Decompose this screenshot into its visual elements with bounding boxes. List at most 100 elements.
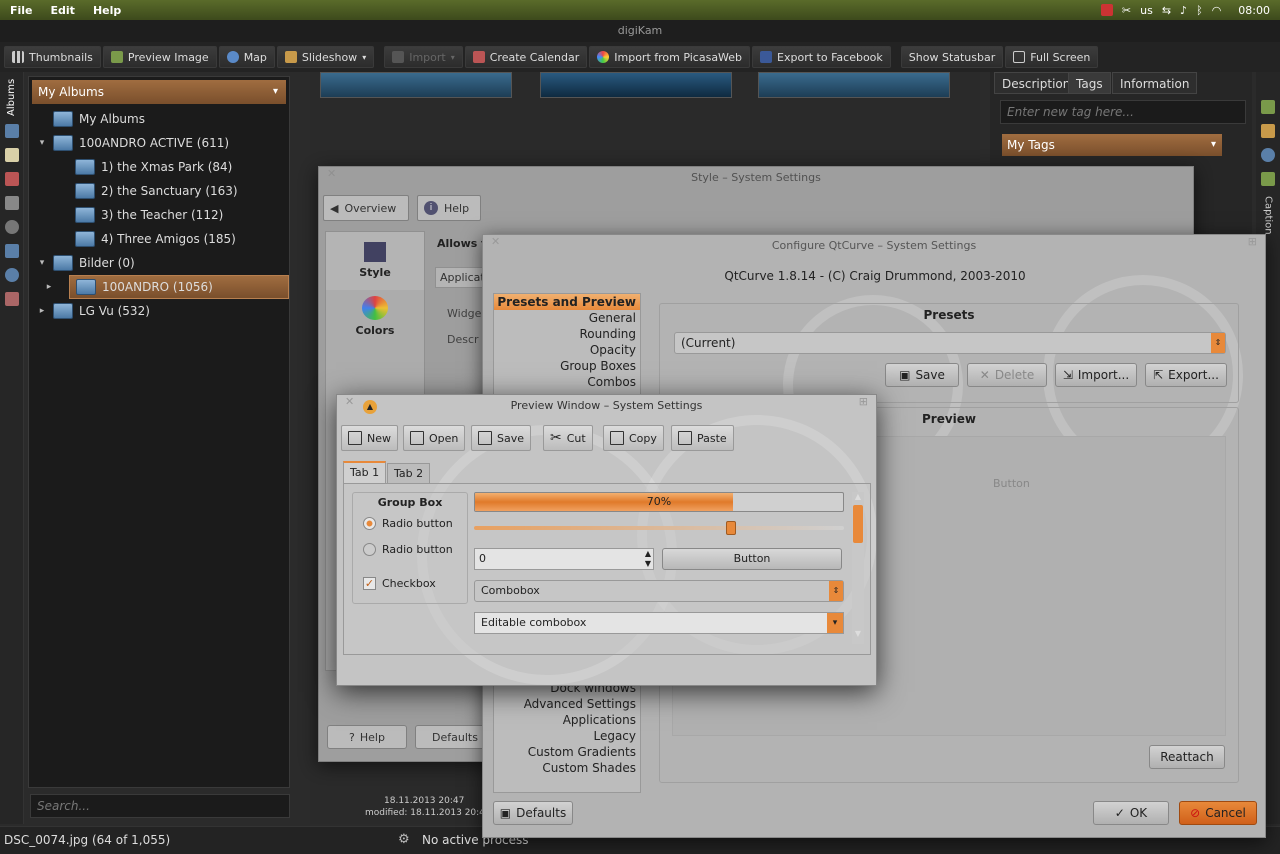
tab-1[interactable]: Tab 1 bbox=[343, 461, 387, 483]
preset-combobox[interactable]: (Current) ⇕ bbox=[674, 332, 1226, 354]
bluetooth-icon[interactable]: ᛒ bbox=[1196, 4, 1203, 17]
thumbnail-image[interactable] bbox=[540, 72, 732, 98]
scroll-up-icon[interactable]: ▲ bbox=[852, 492, 864, 501]
thumbnails-button[interactable]: Thumbnails bbox=[4, 46, 101, 68]
preview-push-button[interactable]: Button bbox=[662, 548, 842, 570]
checkbox[interactable]: ✓ Checkbox bbox=[363, 577, 436, 590]
preset-export-button[interactable]: ⇱ Export... bbox=[1145, 363, 1227, 387]
tab-description[interactable]: Description bbox=[994, 72, 1079, 94]
network-icon[interactable]: ⇆ bbox=[1162, 4, 1171, 17]
create-calendar-button[interactable]: Create Calendar bbox=[464, 46, 588, 68]
album-tree-item[interactable]: 1) the Xmas Park (84) bbox=[29, 155, 289, 179]
album-tree-item[interactable]: 4) Three Amigos (185) bbox=[29, 227, 289, 251]
ok-button[interactable]: ✓ OK bbox=[1093, 801, 1169, 825]
globe-icon[interactable] bbox=[1261, 148, 1275, 162]
menu-help[interactable]: Help bbox=[93, 4, 121, 17]
color-icon[interactable] bbox=[1261, 172, 1275, 186]
close-icon[interactable]: ✕ bbox=[491, 235, 500, 248]
albums-icon[interactable] bbox=[4, 124, 19, 138]
category-item[interactable]: Presets and Preview bbox=[494, 294, 640, 310]
category-item[interactable]: Group Boxes bbox=[494, 358, 640, 374]
help-menu-button[interactable]: i Help bbox=[417, 195, 481, 221]
tools-icon[interactable]: ✂ bbox=[1122, 4, 1131, 17]
preset-import-button[interactable]: ⇲ Import... bbox=[1055, 363, 1137, 387]
category-item[interactable]: Applications bbox=[494, 712, 640, 728]
fuzzy-search-icon[interactable] bbox=[4, 244, 19, 258]
shade-icon[interactable]: ▲ bbox=[363, 400, 377, 414]
style-category[interactable]: Style bbox=[326, 232, 424, 290]
tab-tags[interactable]: Tags bbox=[1068, 72, 1111, 94]
import-picasaweb-button[interactable]: Import from PicasaWeb bbox=[589, 46, 751, 68]
category-item[interactable]: Advanced Settings bbox=[494, 696, 640, 712]
tree-expander-icon[interactable]: ▾ bbox=[35, 258, 49, 268]
import-button[interactable]: Import ▾ bbox=[384, 46, 463, 68]
menu-edit[interactable]: Edit bbox=[51, 4, 75, 17]
new-tag-input[interactable]: Enter new tag here... bbox=[1000, 100, 1246, 124]
thumbnail-image[interactable] bbox=[758, 72, 950, 98]
tree-expander-icon[interactable]: ▸ bbox=[42, 282, 56, 292]
category-item[interactable]: Rounding bbox=[494, 326, 640, 342]
open-button[interactable]: Open bbox=[403, 425, 466, 451]
keyboard-layout[interactable]: us bbox=[1140, 4, 1153, 17]
calendar-icon[interactable] bbox=[4, 172, 19, 186]
category-item[interactable]: Custom Shades bbox=[494, 760, 640, 776]
tags-icon[interactable] bbox=[4, 148, 19, 162]
category-item[interactable]: Custom Gradients bbox=[494, 744, 640, 760]
album-tree-item[interactable]: 2) the Sanctuary (163) bbox=[29, 179, 289, 203]
settings-icon[interactable]: ⚙ bbox=[398, 832, 410, 847]
show-statusbar-button[interactable]: Show Statusbar bbox=[900, 46, 1004, 68]
colors-category[interactable]: Colors bbox=[326, 290, 424, 348]
editable-combobox[interactable]: Editable combobox ▾ bbox=[474, 612, 844, 634]
album-tree-item[interactable]: 3) the Teacher (112) bbox=[29, 203, 289, 227]
tree-expander-icon[interactable]: ▾ bbox=[35, 138, 49, 148]
preview-image-button[interactable]: Preview Image bbox=[102, 46, 217, 68]
preset-delete-button[interactable]: ✕ Delete bbox=[967, 363, 1047, 387]
category-item[interactable]: General bbox=[494, 310, 640, 326]
combobox[interactable]: Combobox ⇕ bbox=[474, 580, 844, 602]
map-button[interactable]: Map bbox=[218, 46, 275, 68]
export-facebook-button[interactable]: Export to Facebook bbox=[752, 46, 891, 68]
tab-2[interactable]: Tab 2 bbox=[387, 463, 431, 483]
scroll-handle[interactable] bbox=[853, 505, 863, 543]
spin-box[interactable]: 0 ▲ ▼ bbox=[474, 548, 654, 570]
cancel-button[interactable]: ⊘ Cancel bbox=[1179, 801, 1257, 825]
album-tree-item[interactable]: ▸ LG Vu (532) bbox=[29, 299, 289, 323]
copy-button[interactable]: Copy bbox=[603, 425, 664, 451]
clock[interactable]: 08:00 bbox=[1238, 4, 1270, 17]
update-icon[interactable] bbox=[1100, 4, 1113, 16]
close-icon[interactable]: ✕ bbox=[327, 167, 336, 180]
album-tree-item[interactable]: ▸ 100ANDRO (1056) bbox=[47, 275, 289, 299]
search-icon[interactable] bbox=[4, 220, 19, 234]
window-max-icon[interactable]: ⊞ bbox=[859, 395, 868, 408]
map-search-icon[interactable] bbox=[4, 268, 19, 282]
preset-save-button[interactable]: ▣ Save bbox=[885, 363, 959, 387]
paste-button[interactable]: Paste bbox=[671, 425, 734, 451]
style-help-button[interactable]: ? Help bbox=[327, 725, 407, 749]
album-tree-item[interactable]: My Albums bbox=[29, 107, 289, 131]
category-item[interactable]: Combos bbox=[494, 374, 640, 390]
category-item[interactable]: Opacity bbox=[494, 342, 640, 358]
volume-icon[interactable]: ♪ bbox=[1180, 4, 1187, 17]
cut-button[interactable]: ✂ Cut bbox=[543, 425, 593, 451]
slideshow-button[interactable]: Slideshow ▾ bbox=[276, 46, 375, 68]
save-button[interactable]: Save bbox=[471, 425, 532, 451]
reattach-button[interactable]: Reattach bbox=[1149, 745, 1225, 769]
scroll-down-icon[interactable]: ▼ bbox=[852, 629, 864, 638]
close-icon[interactable]: ✕ bbox=[345, 395, 354, 408]
album-search-input[interactable]: Search... bbox=[30, 794, 290, 818]
caption-icon[interactable] bbox=[1261, 100, 1275, 114]
album-tree-item[interactable]: ▾ 100ANDRO ACTIVE (611) bbox=[29, 131, 289, 155]
tree-expander-icon[interactable]: ▸ bbox=[35, 306, 49, 316]
timeline-icon[interactable] bbox=[4, 196, 19, 210]
spin-arrows-icon[interactable]: ▲ ▼ bbox=[645, 549, 651, 569]
tags-selector[interactable]: My Tags ▾ bbox=[1002, 134, 1222, 156]
radio-button-2[interactable]: Radio button bbox=[363, 543, 453, 556]
window-max-icon[interactable]: ⊞ bbox=[1248, 235, 1257, 248]
albums-selector[interactable]: My Albums ▾ bbox=[32, 80, 286, 104]
album-tree-item[interactable]: ▾ Bilder (0) bbox=[29, 251, 289, 275]
wifi-icon[interactable]: ◠ bbox=[1212, 4, 1222, 17]
albums-tab[interactable]: Albums bbox=[6, 76, 17, 118]
slider-handle[interactable] bbox=[726, 521, 736, 535]
category-item[interactable]: Legacy bbox=[494, 728, 640, 744]
qtcurve-defaults-button[interactable]: ▣ Defaults bbox=[493, 801, 573, 825]
